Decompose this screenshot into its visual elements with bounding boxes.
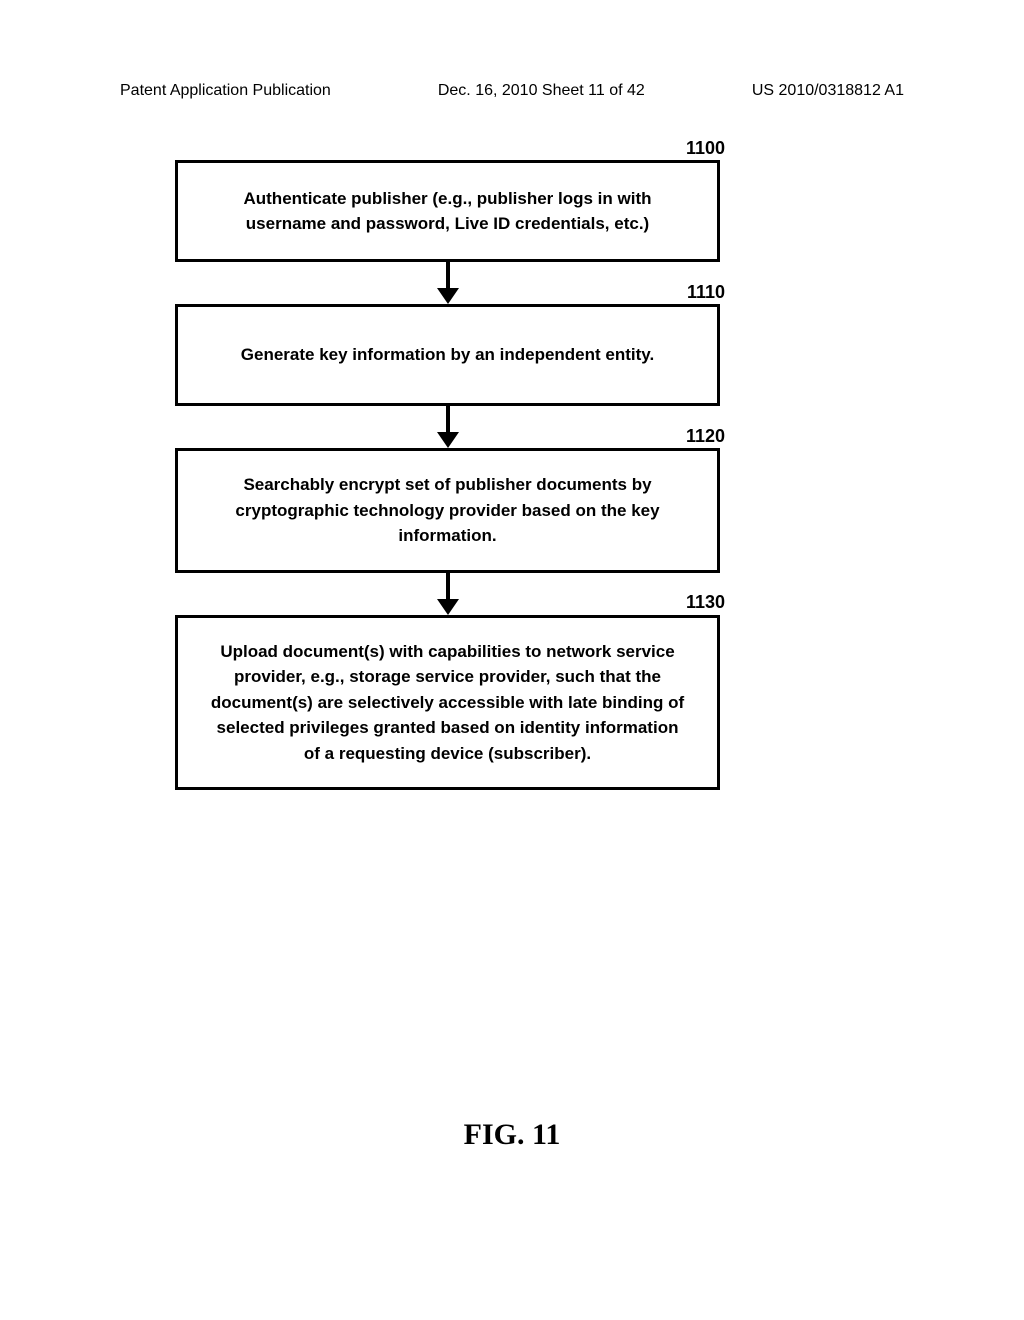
page-header: Patent Application Publication Dec. 16, … xyxy=(120,82,904,100)
flowchart-box-authenticate: Authenticate publisher (e.g., publisher … xyxy=(175,160,720,262)
figure-caption: FIG. 11 xyxy=(0,1118,1024,1152)
header-publication: Patent Application Publication xyxy=(120,82,331,100)
box-text: Authenticate publisher (e.g., publisher … xyxy=(208,186,687,237)
box-text: Searchably encrypt set of publisher docu… xyxy=(208,472,687,549)
box-label-1110: 1110 xyxy=(687,282,725,303)
header-patent-number: US 2010/0318812 A1 xyxy=(752,82,904,100)
flowchart-box-encrypt: Searchably encrypt set of publisher docu… xyxy=(175,448,720,573)
box-label-1130: 1130 xyxy=(686,592,725,613)
box-text: Generate key information by an independe… xyxy=(241,342,654,368)
box-text: Upload document(s) with capabilities to … xyxy=(208,639,687,767)
arrow-down-icon xyxy=(175,573,720,615)
flowchart: 1100 Authenticate publisher (e.g., publi… xyxy=(175,160,720,790)
header-date-sheet: Dec. 16, 2010 Sheet 11 of 42 xyxy=(438,82,645,100)
arrow-down-icon xyxy=(175,262,720,304)
flowchart-box-generate-key: Generate key information by an independe… xyxy=(175,304,720,406)
box-label-1100: 1100 xyxy=(686,138,725,159)
box-label-1120: 1120 xyxy=(686,426,725,447)
arrow-down-icon xyxy=(175,406,720,448)
flowchart-box-upload: Upload document(s) with capabilities to … xyxy=(175,615,720,790)
